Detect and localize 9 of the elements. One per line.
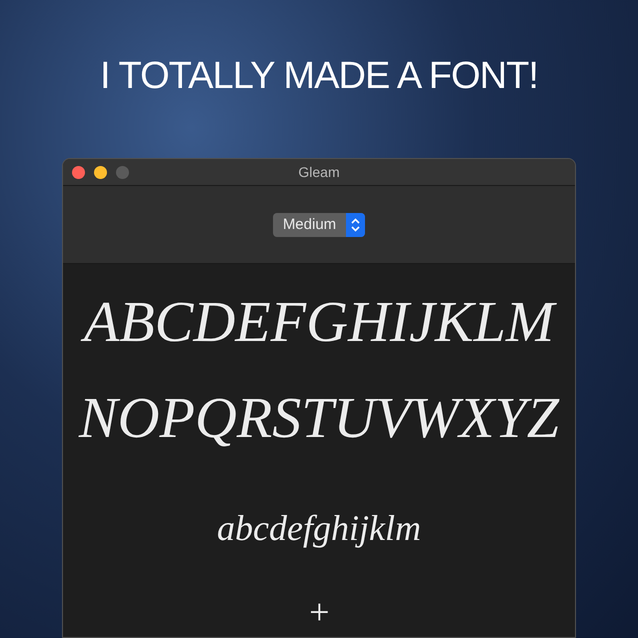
style-popup[interactable]: Medium xyxy=(272,212,366,236)
glyph-sample-line: abcdefghijklm xyxy=(217,507,421,550)
minimize-window-button[interactable] xyxy=(94,166,107,179)
stepper-arrows-icon xyxy=(346,212,366,236)
close-window-button[interactable] xyxy=(72,166,85,179)
glyph-sample-line: NOPQRSTUVWXYZ xyxy=(78,384,560,452)
window-title: Gleam xyxy=(298,162,340,182)
glyph-sample-line: + xyxy=(306,591,332,634)
caption-text: I TOTALLY MADE A FONT! xyxy=(100,54,538,99)
